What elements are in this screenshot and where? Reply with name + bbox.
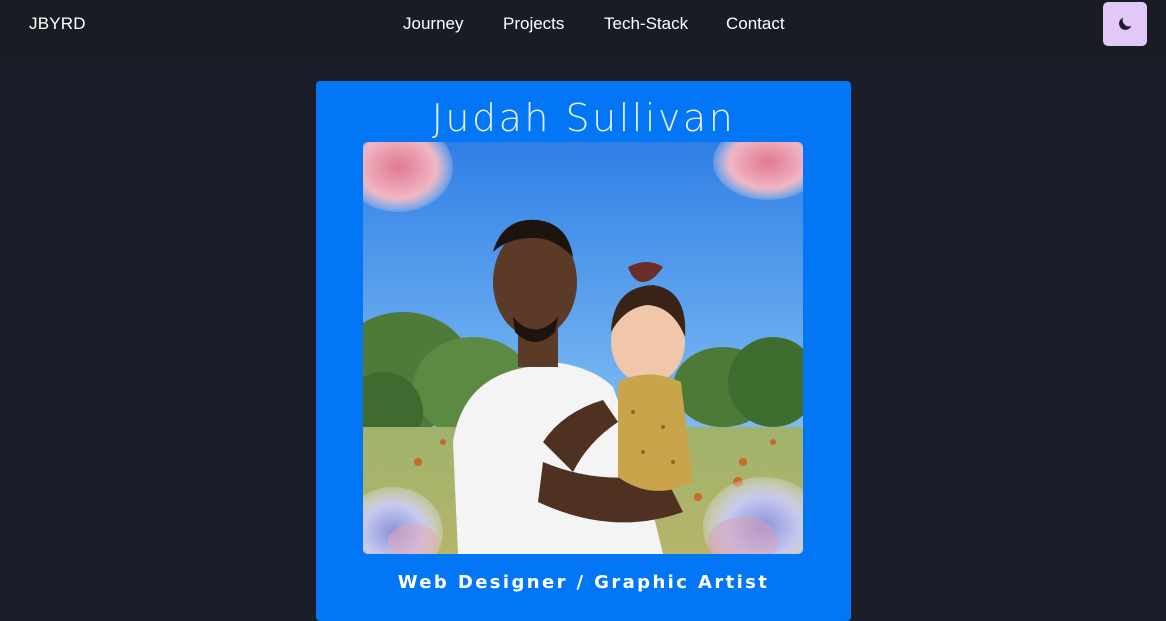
profile-photo xyxy=(363,142,803,554)
top-navbar: JBYRD Journey Projects Tech-Stack Contac… xyxy=(0,0,1166,52)
theme-toggle-button[interactable] xyxy=(1103,2,1147,46)
profile-name: Judah Sullivan xyxy=(431,96,736,140)
profile-photo-illustration xyxy=(363,142,803,554)
nav-link-tech-stack[interactable]: Tech-Stack xyxy=(604,14,688,34)
nav-link-projects[interactable]: Projects xyxy=(503,14,564,34)
nav-link-journey[interactable]: Journey xyxy=(403,14,463,34)
moon-icon xyxy=(1119,17,1132,30)
profile-card: Judah Sullivan Web Designer / Graphic Ar… xyxy=(316,81,851,621)
nav-link-contact[interactable]: Contact xyxy=(726,14,785,34)
nav-links: Journey Projects Tech-Stack Contact xyxy=(0,14,1166,38)
profile-role: Web Designer / Graphic Artist xyxy=(397,572,770,593)
